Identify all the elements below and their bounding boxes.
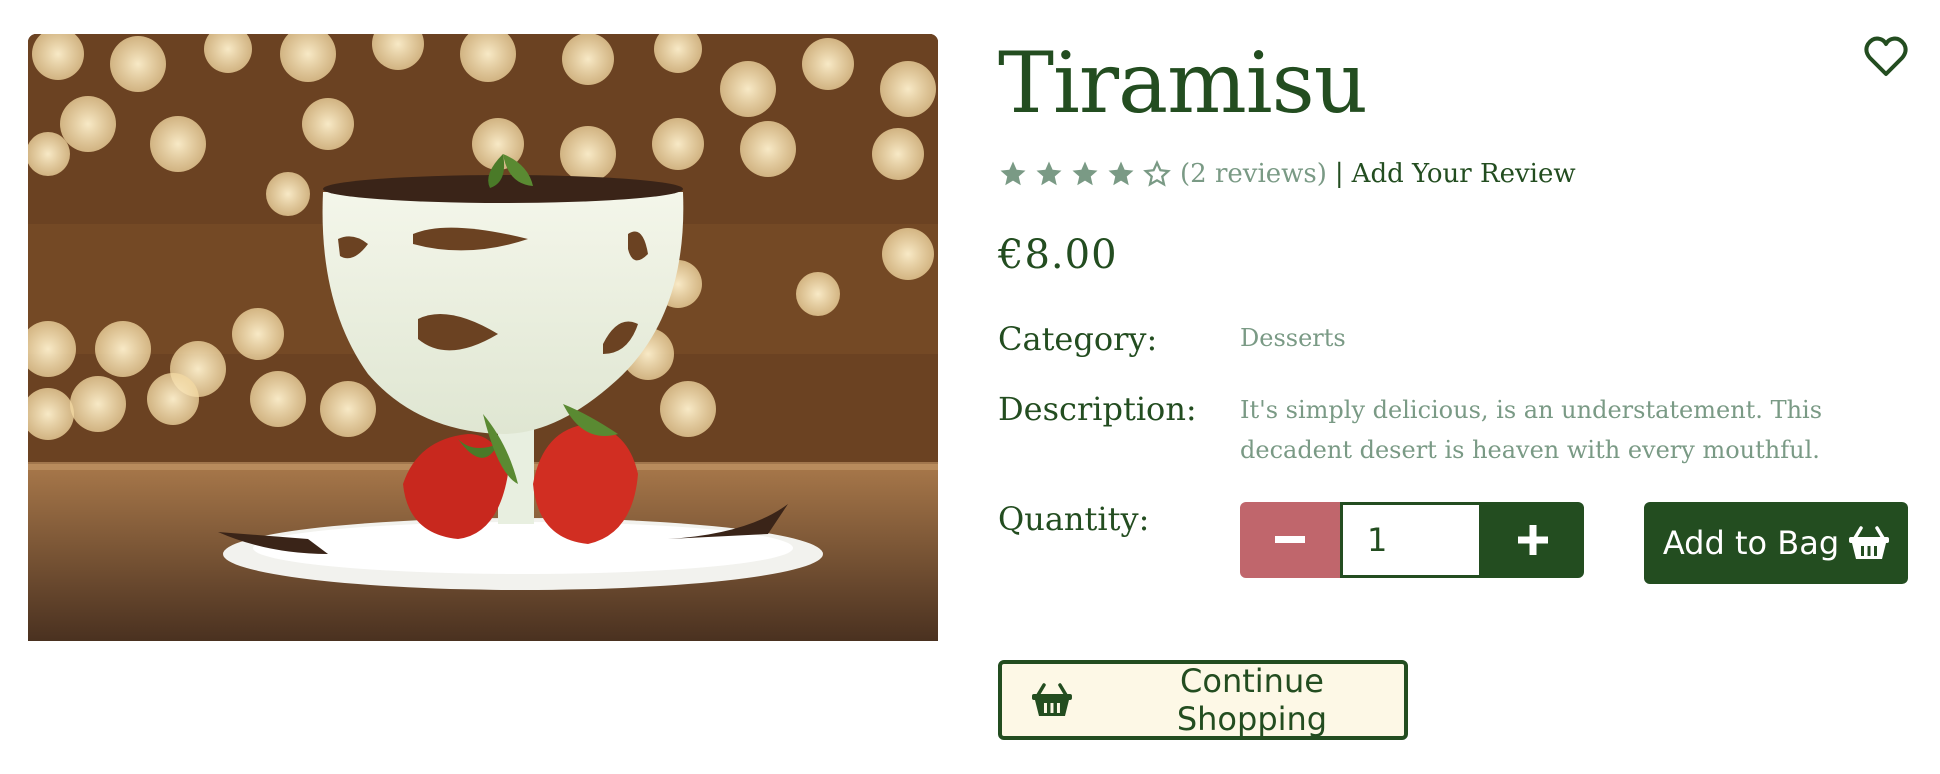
wishlist-heart-icon[interactable] <box>1862 32 1910 80</box>
add-to-bag-button[interactable]: Add to Bag <box>1644 502 1908 584</box>
description-value: It's simply delicious, is an understatem… <box>1240 396 1823 464</box>
category-value: Desserts <box>1240 324 1346 352</box>
product-image <box>28 34 938 641</box>
reviews-count: (2 reviews) <box>1180 159 1327 189</box>
star-rating <box>998 159 1172 189</box>
increase-quantity-button[interactable] <box>1482 502 1584 578</box>
quantity-input[interactable] <box>1340 502 1482 578</box>
basket-icon <box>1032 683 1072 716</box>
rating-separator: | <box>1334 159 1344 189</box>
product-title: Tiramisu <box>998 34 1368 132</box>
continue-shopping-label: Continue Shopping <box>1176 662 1328 738</box>
star-empty-icon <box>1143 160 1171 187</box>
category-label: Category: <box>998 320 1158 358</box>
quantity-stepper <box>1240 502 1584 578</box>
decrease-quantity-button[interactable] <box>1240 502 1340 578</box>
quantity-label: Quantity: <box>998 500 1150 538</box>
basket-icon <box>1849 526 1890 559</box>
minus-icon <box>1275 536 1305 543</box>
star-filled-icon <box>1000 161 1026 186</box>
rating-row: (2 reviews) | Add Your Review <box>998 152 1576 196</box>
description-label: Description: <box>998 390 1197 428</box>
tiramisu-photo <box>28 34 938 641</box>
continue-shopping-button[interactable]: Continue Shopping <box>998 660 1408 740</box>
star-filled-icon <box>1072 161 1098 186</box>
heart-icon <box>1864 36 1908 76</box>
add-review-link[interactable]: Add Your Review <box>1352 159 1576 189</box>
plus-icon <box>1518 525 1548 555</box>
product-price: €8.00 <box>998 232 1118 278</box>
star-filled-icon <box>1108 161 1134 186</box>
add-to-bag-label: Add to Bag <box>1662 524 1840 562</box>
star-filled-icon <box>1036 161 1062 186</box>
